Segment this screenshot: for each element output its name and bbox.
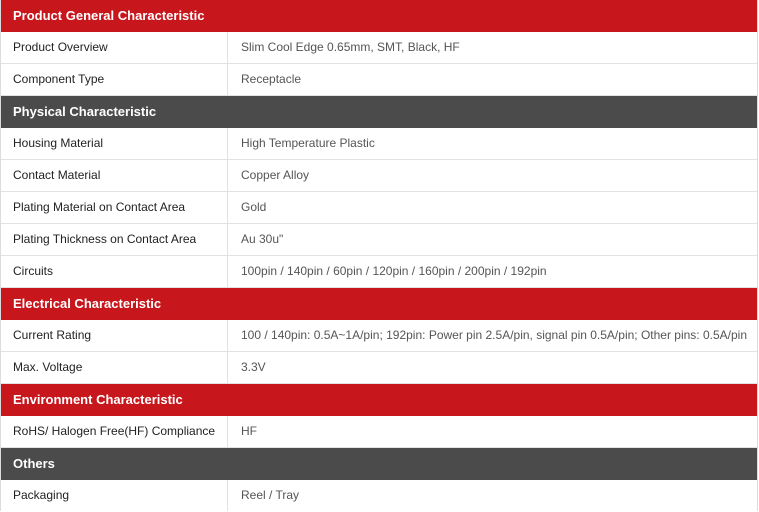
table-row: Component Type Receptacle (1, 64, 757, 96)
row-label: Component Type (1, 64, 228, 95)
row-label: Packaging (1, 480, 228, 511)
row-label: Max. Voltage (1, 352, 228, 383)
section-header-general: Product General Characteristic (1, 0, 757, 32)
row-label: Contact Material (1, 160, 228, 191)
table-row: Plating Material on Contact Area Gold (1, 192, 757, 224)
row-value: Receptacle (241, 72, 302, 86)
row-value: 100pin / 140pin / 60pin / 120pin / 160pi… (241, 264, 547, 278)
row-value: 100 / 140pin: 0.5A~1A/pin; 192pin: Power… (241, 328, 748, 342)
row-value: Reel / Tray (241, 488, 300, 502)
table-row: Max. Voltage 3.3V (1, 352, 757, 384)
row-label: Circuits (1, 256, 228, 287)
row-value: Copper Alloy (241, 168, 310, 182)
row-value: HF (241, 424, 257, 438)
row-label: Product Overview (1, 32, 228, 63)
row-label: Plating Material on Contact Area (1, 192, 228, 223)
row-value: Au 30u" (241, 232, 284, 246)
table-row: Packaging Reel / Tray (1, 480, 757, 511)
row-value: Gold (241, 200, 267, 214)
table-row: Housing Material High Temperature Plasti… (1, 128, 757, 160)
table-row: RoHS/ Halogen Free(HF) Compliance HF (1, 416, 757, 448)
row-label: Housing Material (1, 128, 228, 159)
table-row: Plating Thickness on Contact Area Au 30u… (1, 224, 757, 256)
table-row: Circuits 100pin / 140pin / 60pin / 120pi… (1, 256, 757, 288)
row-value: High Temperature Plastic (241, 136, 375, 150)
section-header-others: Others (1, 448, 757, 480)
row-label: Current Rating (1, 320, 228, 351)
row-value: Slim Cool Edge 0.65mm, SMT, Black, HF (241, 40, 460, 54)
row-value: 3.3V (241, 360, 266, 374)
section-header-environment: Environment Characteristic (1, 384, 757, 416)
table-row: Product Overview Slim Cool Edge 0.65mm, … (1, 32, 757, 64)
section-header-electrical: Electrical Characteristic (1, 288, 757, 320)
section-header-physical: Physical Characteristic (1, 96, 757, 128)
table-row: Current Rating 100 / 140pin: 0.5A~1A/pin… (1, 320, 757, 352)
row-label: RoHS/ Halogen Free(HF) Compliance (1, 416, 228, 447)
table-row: Contact Material Copper Alloy (1, 160, 757, 192)
row-label: Plating Thickness on Contact Area (1, 224, 228, 255)
spec-table: Product General Characteristic Product O… (0, 0, 758, 511)
